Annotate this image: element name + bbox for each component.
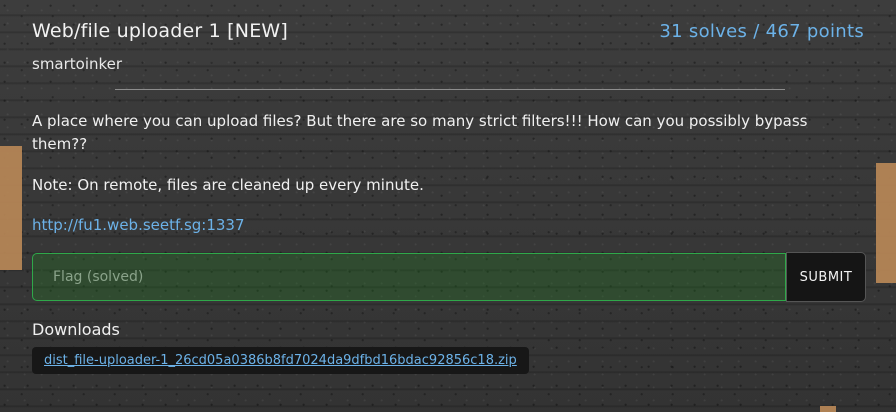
solves-points: 31 solves / 467 points <box>659 21 864 42</box>
download-file-link[interactable]: dist_file-uploader-1_26cd05a0386b8fd7024… <box>32 347 529 374</box>
challenge-title: Web/file uploader 1 [NEW] <box>32 20 289 42</box>
divider <box>115 89 785 90</box>
submit-button[interactable]: SUBMIT <box>786 252 866 302</box>
downloads-label: Downloads <box>32 320 120 339</box>
challenge-description: A place where you can upload files? But … <box>32 112 808 153</box>
challenge-card: Web/file uploader 1 [NEW] 31 solves / 46… <box>32 18 866 374</box>
flag-form: SUBMIT <box>32 252 866 303</box>
challenge-link[interactable]: http://fu1.web.seetf.sg:1337 <box>32 216 245 234</box>
tape-decoration-right <box>876 163 896 283</box>
challenge-note: Note: On remote, files are cleaned up ev… <box>32 176 424 194</box>
tape-decoration-left <box>0 146 22 270</box>
challenge-author: smartoinker <box>32 55 123 73</box>
flag-input[interactable] <box>32 253 786 301</box>
tape-decoration-bottom <box>820 406 836 412</box>
title-row: Web/file uploader 1 [NEW] 31 solves / 46… <box>32 18 866 42</box>
